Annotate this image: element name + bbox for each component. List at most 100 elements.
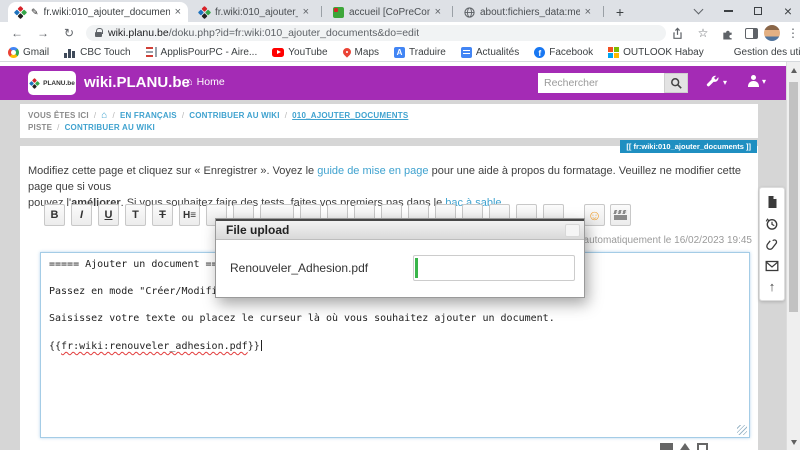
scrollbar-thumb[interactable]	[789, 82, 798, 312]
share-icon[interactable]	[668, 24, 686, 42]
page-id-badge: [[ fr:wiki:010_ajouter_documents ]]	[620, 140, 757, 153]
microsoft-icon	[608, 47, 619, 58]
tab-title: accueil [CoPreCom]	[349, 7, 430, 18]
bookmark-applispourpc[interactable]: ApplisPourPC - Aire...	[146, 47, 258, 58]
back-icon[interactable]: ←	[8, 24, 26, 42]
tab-search-chevron-icon[interactable]	[684, 0, 712, 22]
coprecom-favicon	[333, 7, 344, 18]
breadcrumb-panel: VOUS ÊTES ICI / ⌂ / EN FRANÇAIS / CONTRI…	[20, 104, 758, 138]
upload-name-input[interactable]	[413, 255, 575, 281]
tab-close-icon[interactable]: ×	[303, 7, 309, 18]
window-maximize-button[interactable]	[744, 0, 772, 22]
breadcrumb-link-en-francais[interactable]: EN FRANÇAIS	[120, 111, 177, 120]
forward-icon[interactable]: →	[34, 24, 52, 42]
bookmark-facebook[interactable]: fFacebook	[534, 47, 593, 58]
tab-title: about:fichiers_data:membres_inc	[480, 7, 580, 18]
tab-close-icon[interactable]: ×	[585, 7, 591, 18]
bookmark-cbc-touch[interactable]: CBC Touch	[64, 47, 130, 58]
home-icon[interactable]: ⌂	[101, 110, 107, 121]
translate-icon: A	[394, 47, 405, 58]
user-menu[interactable]: ▾	[748, 75, 766, 87]
backlinks-paperclip-icon[interactable]	[765, 238, 779, 252]
tab-close-icon[interactable]: ×	[435, 7, 441, 18]
breadcrumb-current-page[interactable]: 010_AJOUTER_DOCUMENTS	[292, 111, 408, 120]
new-tab-button[interactable]: +	[610, 2, 630, 22]
tab-title: fr.wiki:010_ajouter_documents [w	[215, 7, 298, 18]
dialog-close-button[interactable]	[565, 224, 580, 237]
map-pin-icon	[341, 46, 352, 57]
edit-page-icon[interactable]	[765, 195, 779, 209]
bold-button[interactable]: B	[44, 204, 65, 226]
bookmark-outlook[interactable]: OUTLOOK Habay	[608, 47, 704, 58]
bookmark-traduire[interactable]: ATraduire	[394, 47, 446, 58]
special-chars-button[interactable]	[610, 204, 631, 226]
underline-button[interactable]: U	[98, 204, 119, 226]
tab-strip: ✎ fr.wiki:010_ajouter_documents × fr.wik…	[0, 0, 800, 22]
page-tools: ↑	[759, 187, 785, 301]
padlock-icon[interactable]	[95, 32, 102, 37]
smiley-picker-button[interactable]: ☺	[584, 204, 605, 226]
bookmark-star-icon[interactable]: ☆	[694, 24, 712, 42]
browser-menu-icon[interactable]: ⋮	[784, 24, 800, 42]
link-guide-mise-en-page[interactable]: guide de mise en page	[317, 165, 428, 177]
wrap-toggle-button[interactable]	[697, 443, 708, 450]
smiley-icon: ☺	[587, 207, 601, 223]
tab-close-icon[interactable]: ×	[175, 7, 181, 18]
textarea-resize-handle[interactable]	[737, 425, 747, 435]
nav-home[interactable]: ⌂ Home	[186, 76, 225, 88]
bookmarks-bar: Gmail CBC Touch ApplisPourPC - Aire... Y…	[0, 44, 800, 62]
window-close-button[interactable]: ×	[774, 0, 800, 22]
site-tools-menu[interactable]: ▾	[706, 75, 727, 89]
tab-ajouter-documents-2[interactable]: fr.wiki:010_ajouter_documents [w ×	[192, 2, 316, 22]
tab-accueil-coprecom[interactable]: accueil [CoPreCom] ×	[326, 2, 448, 22]
scroll-down-icon[interactable]	[791, 440, 797, 445]
page-scrollbar[interactable]	[786, 62, 800, 450]
trace-link-contribuer[interactable]: CONTRIBUER AU WIKI	[65, 123, 155, 132]
back-to-top-icon[interactable]: ↑	[769, 280, 776, 293]
search-button[interactable]	[664, 73, 688, 93]
bookmark-maps[interactable]: Maps	[343, 47, 379, 58]
browser-toolbar: ← → ↻ wiki.planu.be/doku.php?id=fr:wiki:…	[0, 22, 800, 44]
chevron-down-icon: ▾	[723, 78, 727, 87]
bookmark-actualites[interactable]: Actualités	[461, 47, 519, 58]
tab-current-page[interactable]: ✎ fr.wiki:010_ajouter_documents ×	[8, 2, 188, 22]
page-url: wiki.planu.be/doku.php?id=fr:wiki:010_aj…	[108, 27, 419, 39]
tab-divider	[603, 6, 604, 17]
wiki-header: PLANU.be wiki.PLANU.be ⌂ Home ▾ ▾	[0, 66, 786, 100]
bookmark-youtube[interactable]: YouTube	[272, 47, 327, 58]
bookmark-gmail[interactable]: Gmail	[8, 47, 49, 58]
tab-fichiers-data[interactable]: about:fichiers_data:membres_inc ×	[457, 2, 598, 22]
bookmark-gestion-utilisateurs[interactable]: Gestion des utilisat...	[719, 47, 800, 58]
profile-avatar[interactable]	[763, 24, 781, 42]
dokuwiki-favicon	[14, 5, 27, 18]
search-icon	[670, 77, 683, 90]
window-minimize-button[interactable]	[714, 0, 742, 22]
breadcrumb-link-contribuer[interactable]: CONTRIBUER AU WIKI	[189, 111, 279, 120]
scroll-up-icon[interactable]	[791, 68, 797, 73]
italic-button[interactable]: I	[71, 204, 92, 226]
mail-icon[interactable]	[765, 260, 779, 272]
home-icon: ⌂	[186, 76, 193, 88]
reload-icon[interactable]: ↻	[60, 24, 78, 42]
strikethrough-button[interactable]: T	[152, 204, 173, 226]
user-icon	[748, 75, 759, 87]
address-bar[interactable]: wiki.planu.be/doku.php?id=fr:wiki:010_aj…	[86, 25, 666, 41]
trace-breadcrumb: PISTE / CONTRIBUER AU WIKI	[28, 121, 750, 133]
text-cursor	[261, 340, 262, 351]
google-icon	[8, 47, 19, 58]
search-input[interactable]	[538, 73, 664, 93]
tab-title: fr.wiki:010_ajouter_documents	[44, 7, 170, 18]
headline-button[interactable]: H≡	[179, 204, 200, 226]
chevron-down-icon: ▾	[762, 77, 766, 86]
history-clock-icon[interactable]	[765, 217, 779, 231]
upload-file-name: Renouveler_Adhesion.pdf	[230, 261, 368, 275]
extensions-puzzle-icon[interactable]	[718, 24, 736, 42]
dialog-title[interactable]: File upload	[216, 219, 584, 240]
size-bigger-button[interactable]	[678, 443, 692, 450]
code-button[interactable]: T	[125, 204, 146, 226]
building-icon	[64, 47, 76, 58]
side-panel-icon[interactable]	[742, 24, 760, 42]
size-smaller-button[interactable]	[660, 443, 673, 450]
planu-logo[interactable]: PLANU.be	[28, 71, 76, 95]
wrench-icon	[706, 75, 720, 89]
